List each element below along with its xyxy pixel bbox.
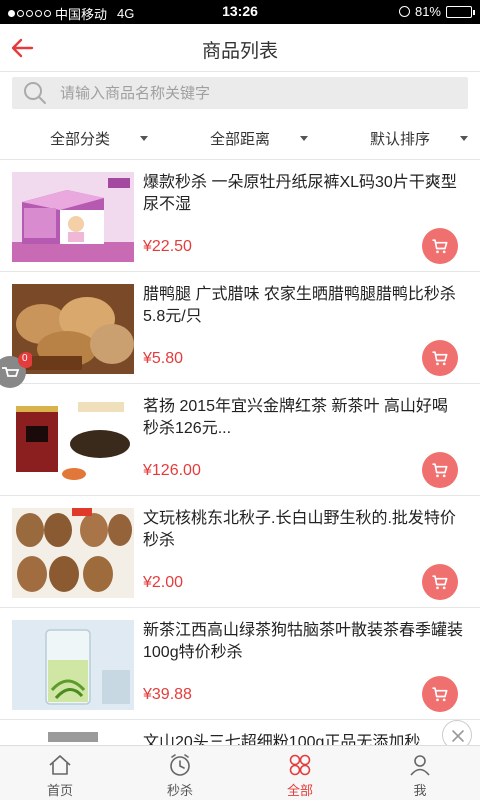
- product-name: 腊鸭腿 广式腊味 农家生晒腊鸭腿腊鸭比秒杀5.8元/只: [143, 286, 456, 325]
- product-item[interactable]: 腊鸭腿 广式腊味 农家生晒腊鸭腿腊鸭比秒杀5.8元/只 ¥5.80: [0, 272, 480, 384]
- battery-percent: 81%: [414, 4, 441, 19]
- cart-icon: [432, 687, 448, 702]
- home-icon: [49, 755, 71, 775]
- tab-me[interactable]: 我: [360, 746, 480, 800]
- product-name: 爆款秒杀 一朵原牡丹纸尿裤XL码30片干爽型尿不湿: [143, 174, 457, 213]
- cart-icon: [432, 239, 448, 254]
- product-item[interactable]: 爆款秒杀 一朵原牡丹纸尿裤XL码30片干爽型尿不湿 ¥22.50: [0, 160, 480, 272]
- product-price: ¥22.50: [143, 238, 192, 255]
- cart-count-badge: 0: [22, 353, 28, 364]
- bottom-tab-bar: 首页 秒杀 全部 我: [0, 745, 480, 800]
- add-to-cart-button[interactable]: [422, 676, 458, 712]
- search-icon: [24, 82, 46, 104]
- filter-distance[interactable]: 全部距离: [160, 118, 320, 159]
- filter-bar: 全部分类 全部距离 默认排序: [0, 118, 480, 160]
- product-item[interactable]: 文玩核桃东北秋子.长白山野生秋的.批发特价秒杀 ¥2.00: [0, 496, 480, 608]
- product-image: [12, 172, 134, 262]
- product-name: 茗扬 2015年宜兴金牌红茶 新茶叶 高山好喝 秒杀126元...: [143, 398, 448, 437]
- grid-icon: [289, 754, 311, 776]
- product-name: 文玩核桃东北秋子.长白山野生秋的.批发特价秒杀: [143, 510, 456, 549]
- product-price: ¥126.00: [143, 462, 201, 479]
- nav-header: 商品列表: [0, 24, 480, 72]
- tab-all[interactable]: 全部: [240, 746, 360, 800]
- page-title: 商品列表: [201, 41, 278, 62]
- search-bar: [12, 77, 468, 109]
- product-name: 新茶江西高山绿茶狗牯脑茶叶散装茶春季罐装100g特价秒杀: [143, 622, 464, 661]
- search-input[interactable]: [60, 84, 440, 102]
- product-list: 爆款秒杀 一朵原牡丹纸尿裤XL码30片干爽型尿不湿 ¥22.50 腊鸭腿 广式腊…: [0, 160, 480, 800]
- product-price: ¥39.88: [143, 686, 192, 703]
- product-item[interactable]: 新茶江西高山绿茶狗牯脑茶叶散装茶春季罐装100g特价秒杀 ¥39.88: [0, 608, 480, 720]
- clock-icon: [170, 754, 190, 776]
- filter-category[interactable]: 全部分类: [0, 118, 160, 159]
- tab-label: 秒杀: [166, 783, 193, 798]
- tab-label: 首页: [46, 783, 73, 798]
- add-to-cart-button[interactable]: [422, 564, 458, 600]
- add-to-cart-button[interactable]: [422, 452, 458, 488]
- filter-sort[interactable]: 默认排序: [320, 118, 480, 159]
- product-price: ¥5.80: [143, 350, 184, 367]
- filter-label: 全部距离: [209, 131, 270, 148]
- tab-home[interactable]: 首页: [0, 746, 120, 800]
- cart-icon: [432, 351, 448, 366]
- battery-icon: [446, 5, 475, 18]
- chevron-down-icon: [300, 136, 308, 141]
- chevron-down-icon: [460, 136, 468, 141]
- cart-icon: [432, 575, 448, 590]
- cart-icon: [432, 463, 448, 478]
- product-item[interactable]: 茗扬 2015年宜兴金牌红茶 新茶叶 高山好喝 秒杀126元... ¥126.0…: [0, 384, 480, 496]
- filter-label: 全部分类: [49, 131, 110, 148]
- status-bar: 中国移动 4G 13:26 81%: [0, 0, 480, 24]
- add-to-cart-button[interactable]: [422, 340, 458, 376]
- add-to-cart-button[interactable]: [422, 228, 458, 264]
- rotation-lock-icon: [398, 6, 410, 17]
- chevron-down-icon: [140, 136, 148, 141]
- tab-label: 全部: [286, 783, 313, 798]
- user-icon: [410, 755, 430, 776]
- product-image: [12, 508, 134, 598]
- tab-flash-sale[interactable]: 秒杀: [120, 746, 240, 800]
- product-image: [12, 620, 134, 710]
- tab-label: 我: [413, 783, 427, 798]
- product-price: ¥2.00: [143, 574, 184, 591]
- filter-label: 默认排序: [369, 131, 430, 148]
- floating-cart-button[interactable]: 0: [0, 352, 34, 388]
- product-image: [12, 396, 134, 486]
